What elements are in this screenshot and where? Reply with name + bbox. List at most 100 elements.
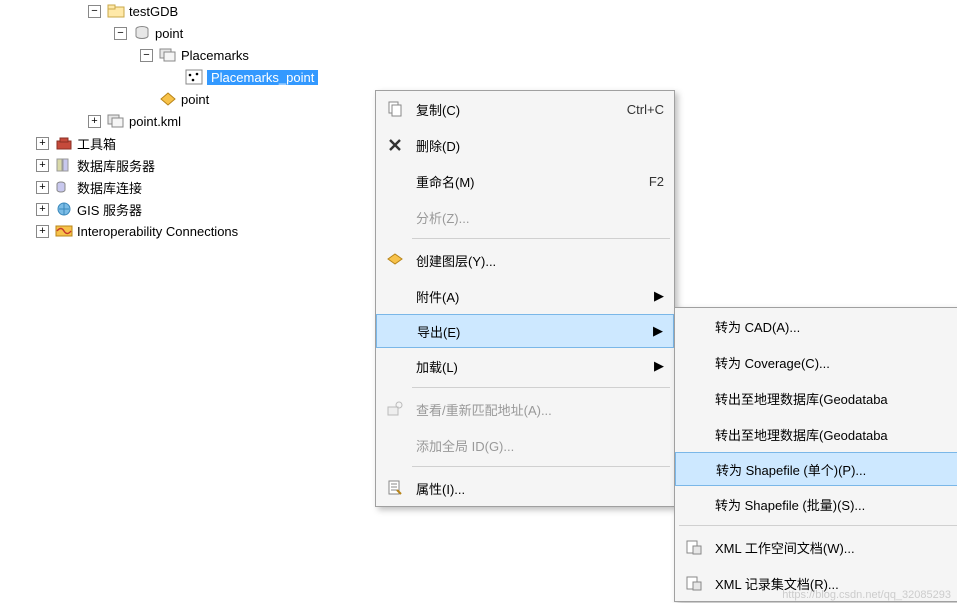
- layer-icon: [382, 248, 408, 272]
- submenu-item-xml-workspace[interactable]: XML 工作空间文档(W)...: [675, 529, 957, 565]
- blank-icon: [682, 457, 708, 481]
- tree-label: point: [181, 92, 209, 107]
- tree-label: 数据库连接: [77, 178, 142, 197]
- blank-icon: [681, 314, 707, 338]
- database-servers-icon: [55, 157, 73, 173]
- feature-dataset-icon: [159, 47, 177, 63]
- tree-label: 数据库服务器: [77, 156, 155, 175]
- menu-label: 转出至地理数据库(Geodataba: [715, 425, 953, 444]
- blank-icon: [382, 169, 408, 193]
- submenu-arrow-icon: ▶: [654, 358, 664, 374]
- tree-label: GIS 服务器: [77, 200, 142, 219]
- blank-icon: [382, 433, 408, 457]
- tree-label: testGDB: [129, 4, 178, 19]
- menu-separator: [412, 387, 670, 388]
- submenu-item-to-geodb-single[interactable]: 转出至地理数据库(Geodataba: [675, 380, 957, 416]
- menu-label: 加载(L): [416, 357, 638, 376]
- menu-item-copy[interactable]: 复制(C) Ctrl+C: [376, 91, 674, 127]
- menu-label: 转为 Shapefile (批量)(S)...: [715, 495, 953, 514]
- expand-icon[interactable]: +: [36, 225, 49, 238]
- expand-icon[interactable]: +: [36, 137, 49, 150]
- geodatabase-icon: [133, 25, 151, 41]
- submenu-item-to-shapefile-batch[interactable]: 转为 Shapefile (批量)(S)...: [675, 486, 957, 522]
- menu-shortcut: F2: [649, 174, 664, 189]
- database-connections-icon: [55, 179, 73, 195]
- tree-label: 工具箱: [77, 134, 116, 153]
- blank-icon: [382, 205, 408, 229]
- point-feature-icon: [185, 69, 203, 85]
- expand-icon[interactable]: +: [88, 115, 101, 128]
- menu-item-properties[interactable]: 属性(I)...: [376, 470, 674, 506]
- submenu-item-to-geodb-multi[interactable]: 转出至地理数据库(Geodataba: [675, 416, 957, 452]
- tree-item-testgdb[interactable]: − testGDB: [10, 0, 957, 22]
- menu-label: 转出至地理数据库(Geodataba: [715, 389, 953, 408]
- export-submenu: 转为 CAD(A)... 转为 Coverage(C)... 转出至地理数据库(…: [674, 307, 957, 602]
- tree-label-selected: Placemarks_point: [207, 70, 318, 85]
- menu-item-export[interactable]: 导出(E) ▶: [376, 314, 674, 348]
- properties-icon: [382, 476, 408, 500]
- interoperability-icon: [55, 223, 73, 239]
- blank-icon: [681, 350, 707, 374]
- menu-separator: [679, 525, 957, 526]
- menu-label: 创建图层(Y)...: [416, 251, 664, 270]
- menu-shortcut: Ctrl+C: [627, 102, 664, 117]
- tree-label: Placemarks: [181, 48, 249, 63]
- menu-label: 添加全局 ID(G)...: [416, 436, 664, 455]
- menu-label: 转为 Coverage(C)...: [715, 353, 953, 372]
- gis-servers-icon: [55, 201, 73, 217]
- menu-label: 导出(E): [417, 322, 637, 341]
- tree-item-placemarks-point[interactable]: Placemarks_point: [10, 66, 957, 88]
- menu-label: 查看/重新匹配地址(A)...: [416, 400, 664, 419]
- geocode-icon: [382, 397, 408, 421]
- collapse-icon[interactable]: −: [140, 49, 153, 62]
- menu-item-create-layer[interactable]: 创建图层(Y)...: [376, 242, 674, 278]
- menu-item-rename[interactable]: 重命名(M) F2: [376, 163, 674, 199]
- menu-label: 转为 Shapefile (单个)(P)...: [716, 460, 952, 479]
- context-menu: 复制(C) Ctrl+C 删除(D) 重命名(M) F2 分析(Z)... 创建…: [375, 90, 675, 507]
- tree-item-placemarks[interactable]: − Placemarks: [10, 44, 957, 66]
- delete-icon: [382, 133, 408, 157]
- feature-dataset-icon: [107, 113, 125, 129]
- menu-item-review-address: 查看/重新匹配地址(A)...: [376, 391, 674, 427]
- tree-label: Interoperability Connections: [77, 224, 238, 239]
- blank-icon: [383, 319, 409, 343]
- menu-item-load[interactable]: 加载(L) ▶: [376, 348, 674, 384]
- menu-label: 复制(C): [416, 100, 607, 119]
- watermark: https://blog.csdn.net/qq_32085293: [782, 589, 951, 601]
- menu-item-delete[interactable]: 删除(D): [376, 127, 674, 163]
- diamond-icon: [159, 91, 177, 107]
- tree-item-point-dataset[interactable]: − point: [10, 22, 957, 44]
- folder-icon: [107, 3, 125, 19]
- xml-workspace-icon: [681, 535, 707, 559]
- xml-recordset-icon: [681, 571, 707, 595]
- menu-label: XML 工作空间文档(W)...: [715, 538, 953, 557]
- menu-item-attachments[interactable]: 附件(A) ▶: [376, 278, 674, 314]
- tree-label: point: [155, 26, 183, 41]
- expand-icon[interactable]: +: [36, 181, 49, 194]
- blank-icon: [681, 492, 707, 516]
- blank-icon: [681, 386, 707, 410]
- submenu-arrow-icon: ▶: [653, 323, 663, 339]
- menu-label: 附件(A): [416, 287, 638, 306]
- submenu-item-to-coverage[interactable]: 转为 Coverage(C)...: [675, 344, 957, 380]
- collapse-icon[interactable]: −: [88, 5, 101, 18]
- collapse-icon[interactable]: −: [114, 27, 127, 40]
- submenu-item-to-shapefile-single[interactable]: 转为 Shapefile (单个)(P)...: [675, 452, 957, 486]
- menu-separator: [412, 238, 670, 239]
- menu-label: 分析(Z)...: [416, 208, 664, 227]
- expand-icon[interactable]: +: [36, 159, 49, 172]
- tree-label: point.kml: [129, 114, 181, 129]
- submenu-item-to-cad[interactable]: 转为 CAD(A)...: [675, 308, 957, 344]
- menu-label: 删除(D): [416, 136, 664, 155]
- menu-item-analyze: 分析(Z)...: [376, 199, 674, 235]
- submenu-arrow-icon: ▶: [654, 288, 664, 304]
- menu-separator: [412, 466, 670, 467]
- menu-item-add-global-id: 添加全局 ID(G)...: [376, 427, 674, 463]
- blank-icon: [382, 284, 408, 308]
- blank-icon: [681, 422, 707, 446]
- menu-label: 转为 CAD(A)...: [715, 317, 953, 336]
- toolbox-icon: [55, 135, 73, 151]
- menu-label: 属性(I)...: [416, 479, 664, 498]
- copy-icon: [382, 97, 408, 121]
- expand-icon[interactable]: +: [36, 203, 49, 216]
